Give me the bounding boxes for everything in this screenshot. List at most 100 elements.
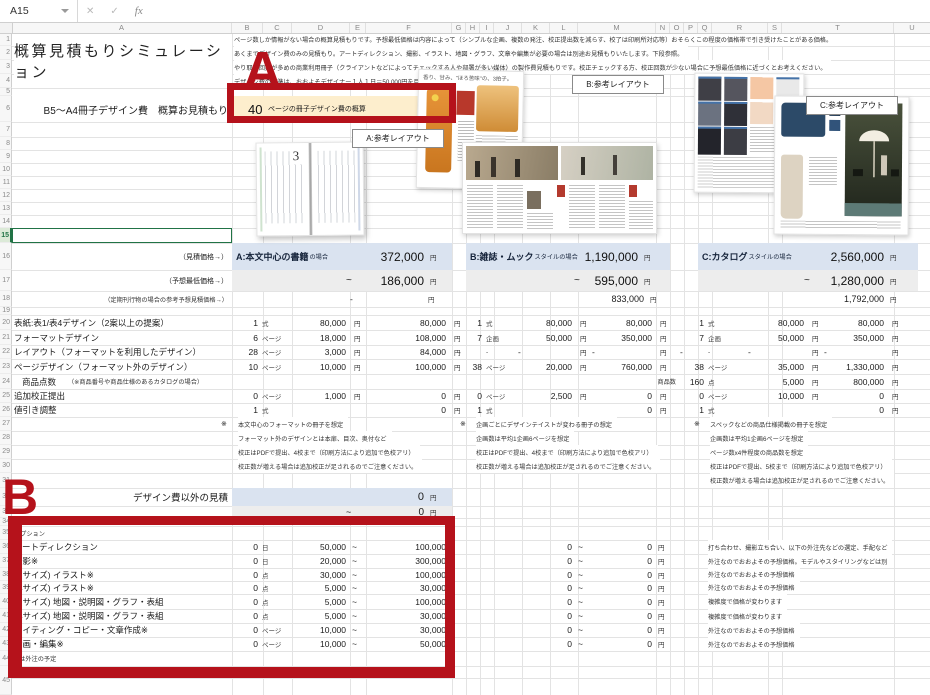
name-box[interactable]: A15 xyxy=(0,0,78,22)
selected-cell-a15[interactable] xyxy=(12,228,232,243)
price-c[interactable]: 35,000 xyxy=(748,359,804,374)
other-estimate-label[interactable]: デザイン費以外の見積 xyxy=(40,488,228,506)
col-header-o[interactable]: O xyxy=(670,22,684,33)
item-label[interactable]: レイアウト（フォーマットを利用したデザイン） xyxy=(14,345,201,359)
qty-b[interactable]: - xyxy=(458,345,461,359)
col-header-t[interactable]: T xyxy=(782,22,894,33)
row-header-23[interactable]: 23 xyxy=(0,359,12,374)
qty-a[interactable]: 1 xyxy=(232,315,258,330)
note-a-1[interactable]: 本文中心のフォーマットの冊子を想定 xyxy=(238,417,348,431)
item-label[interactable]: 値引き調整 xyxy=(14,403,57,417)
scenario-a-name[interactable]: A:本文中心の書籍 xyxy=(236,250,309,263)
col-header-f[interactable]: F xyxy=(366,22,452,33)
amount-b[interactable]: 80,000 xyxy=(592,315,652,330)
qty-a[interactable]: 1 xyxy=(232,403,258,417)
qty-c[interactable]: 38 xyxy=(678,359,704,374)
note-c-4[interactable]: 校正はPDFで提出、5校まで（印刷方法により追加で色校アリ） xyxy=(710,459,892,473)
col-header-p[interactable]: P xyxy=(684,22,698,33)
row-header-1[interactable]: 1 xyxy=(0,33,12,46)
periodical-label[interactable]: （定期刊行物の場合の参考予想見積価格→） xyxy=(20,291,228,307)
item-label[interactable]: 追加校正提出 xyxy=(14,389,65,403)
amount-a[interactable]: 84,000 xyxy=(370,345,446,359)
amount-a[interactable]: 108,000 xyxy=(370,330,446,345)
price-a[interactable]: 10,000 xyxy=(292,359,346,374)
amount-b[interactable]: 0 xyxy=(592,389,652,403)
option-sub-max[interactable]: 0 xyxy=(592,581,652,594)
option-sub-min[interactable]: 0 xyxy=(518,568,572,581)
option-sub-max[interactable]: 0 xyxy=(592,623,652,637)
row-header-9[interactable]: 9 xyxy=(0,150,12,163)
scenario-a-periodical[interactable]: - xyxy=(350,291,353,307)
scenario-c-min[interactable]: 1,280,000 xyxy=(814,270,884,291)
col-header-a[interactable]: A xyxy=(12,22,232,33)
amount-c[interactable]: 800,000 xyxy=(824,374,884,389)
row-header-3[interactable]: 3 xyxy=(0,60,12,74)
qty-c[interactable]: 1 xyxy=(678,315,704,330)
note-c-3[interactable]: ページ数x4件程度の商品数を想定 xyxy=(710,445,808,459)
price-b[interactable]: 50,000 xyxy=(518,330,572,345)
scenario-a-estimate[interactable]: 372,000 xyxy=(340,243,424,270)
row-header-19[interactable]: 19 xyxy=(0,307,12,315)
note-a-4[interactable]: 校正数が増える場合は追加校正が足されるのでご注意ください。 xyxy=(238,459,422,473)
scenario-b-name[interactable]: B:雑誌・ムック xyxy=(470,250,534,263)
scenario-a-min[interactable]: 186,000 xyxy=(356,270,424,291)
qty-c[interactable]: - xyxy=(680,345,683,359)
col-header-i[interactable]: I xyxy=(480,22,494,33)
price-c[interactable]: 10,000 xyxy=(748,389,804,403)
row-header-26[interactable]: 26 xyxy=(0,403,12,417)
qty-b[interactable]: 0 xyxy=(456,389,482,403)
cancel-icon[interactable]: ✕ xyxy=(78,6,102,17)
option-sub-max[interactable]: 0 xyxy=(592,609,652,623)
qty-c[interactable]: 7 xyxy=(678,330,704,345)
amount-b[interactable]: 350,000 xyxy=(592,330,652,345)
price-a[interactable]: 80,000 xyxy=(292,315,346,330)
item-label[interactable]: フォーマットデザイン xyxy=(14,330,99,345)
col-header-g[interactable]: G xyxy=(452,22,466,33)
row-header-20[interactable]: 20 xyxy=(0,315,12,330)
qty-a[interactable]: 0 xyxy=(232,389,258,403)
amount-c[interactable]: 350,000 xyxy=(824,330,884,345)
price-b[interactable]: 20,000 xyxy=(518,359,572,374)
other-estimate-value[interactable]: 0 xyxy=(356,488,424,506)
estimate-price-label[interactable]: （見積価格→） xyxy=(40,243,228,270)
function-icon[interactable]: fx xyxy=(127,5,151,17)
option-sub-max[interactable]: 0 xyxy=(592,540,652,554)
scenario-b-periodical[interactable]: 833,000 xyxy=(580,291,644,307)
scenario-c-name[interactable]: C:カタログ xyxy=(702,250,748,263)
col-header-c[interactable]: C xyxy=(263,22,292,33)
col-header-r[interactable]: R xyxy=(712,22,768,33)
enter-icon[interactable]: ✓ xyxy=(102,6,126,17)
note-c-2[interactable]: 企画数は平均1企画6ページを想定 xyxy=(710,431,808,445)
amount-a[interactable]: 80,000 xyxy=(370,315,446,330)
amount-b[interactable]: - xyxy=(592,345,595,359)
col-header-n[interactable]: N xyxy=(656,22,670,33)
row-header-6[interactable]: 6 xyxy=(0,96,12,122)
amount-c[interactable]: 0 xyxy=(824,403,884,417)
col-header-s[interactable]: S xyxy=(768,22,782,33)
row-header-21[interactable]: 21 xyxy=(0,330,12,345)
amount-c[interactable]: 80,000 xyxy=(824,315,884,330)
option-sub-min[interactable]: 0 xyxy=(518,581,572,594)
price-b[interactable]: 80,000 xyxy=(518,315,572,330)
estimate-title[interactable]: B5〜A4冊子デザイン費 概算お見積もり xyxy=(20,96,228,122)
col-header-q[interactable]: Q xyxy=(698,22,712,33)
note-b-1[interactable]: 企画ごとにデザインテイストが変わる冊子の想定 xyxy=(476,417,617,431)
price-a[interactable]: 18,000 xyxy=(292,330,346,345)
formula-input[interactable] xyxy=(151,0,930,22)
note-b-2[interactable]: 企画数は平均1企画6ページを想定 xyxy=(476,431,574,445)
amount-b[interactable]: 760,000 xyxy=(592,359,652,374)
qty-c[interactable]: 160 xyxy=(678,374,704,389)
intro-line-2[interactable]: あくまでデザイン費のみの見積もり。アートディレクション、撮影、イラスト、地図・グ… xyxy=(234,46,688,60)
qty-b[interactable]: 1 xyxy=(456,403,482,417)
note-b-4[interactable]: 校正数が増える場合は追加校正が足されるのでご注意ください。 xyxy=(476,459,660,473)
note-a-2[interactable]: フォーマット外のデザインとは本扉、目次、奥付など xyxy=(238,431,392,445)
col-header-k[interactable]: K xyxy=(522,22,550,33)
expected-min-label[interactable]: （予想最低価格→） xyxy=(40,270,228,291)
row-header-12[interactable]: 12 xyxy=(0,189,12,202)
item-label[interactable]: 表紙:表1/表4デザイン（2案以上の提案） xyxy=(14,315,169,330)
amount-a[interactable]: 0 xyxy=(370,403,446,417)
row-header-22[interactable]: 22 xyxy=(0,345,12,359)
qty-b[interactable]: 38 xyxy=(456,359,482,374)
row-header-14[interactable]: 14 xyxy=(0,215,12,228)
amount-b[interactable]: 0 xyxy=(592,403,652,417)
